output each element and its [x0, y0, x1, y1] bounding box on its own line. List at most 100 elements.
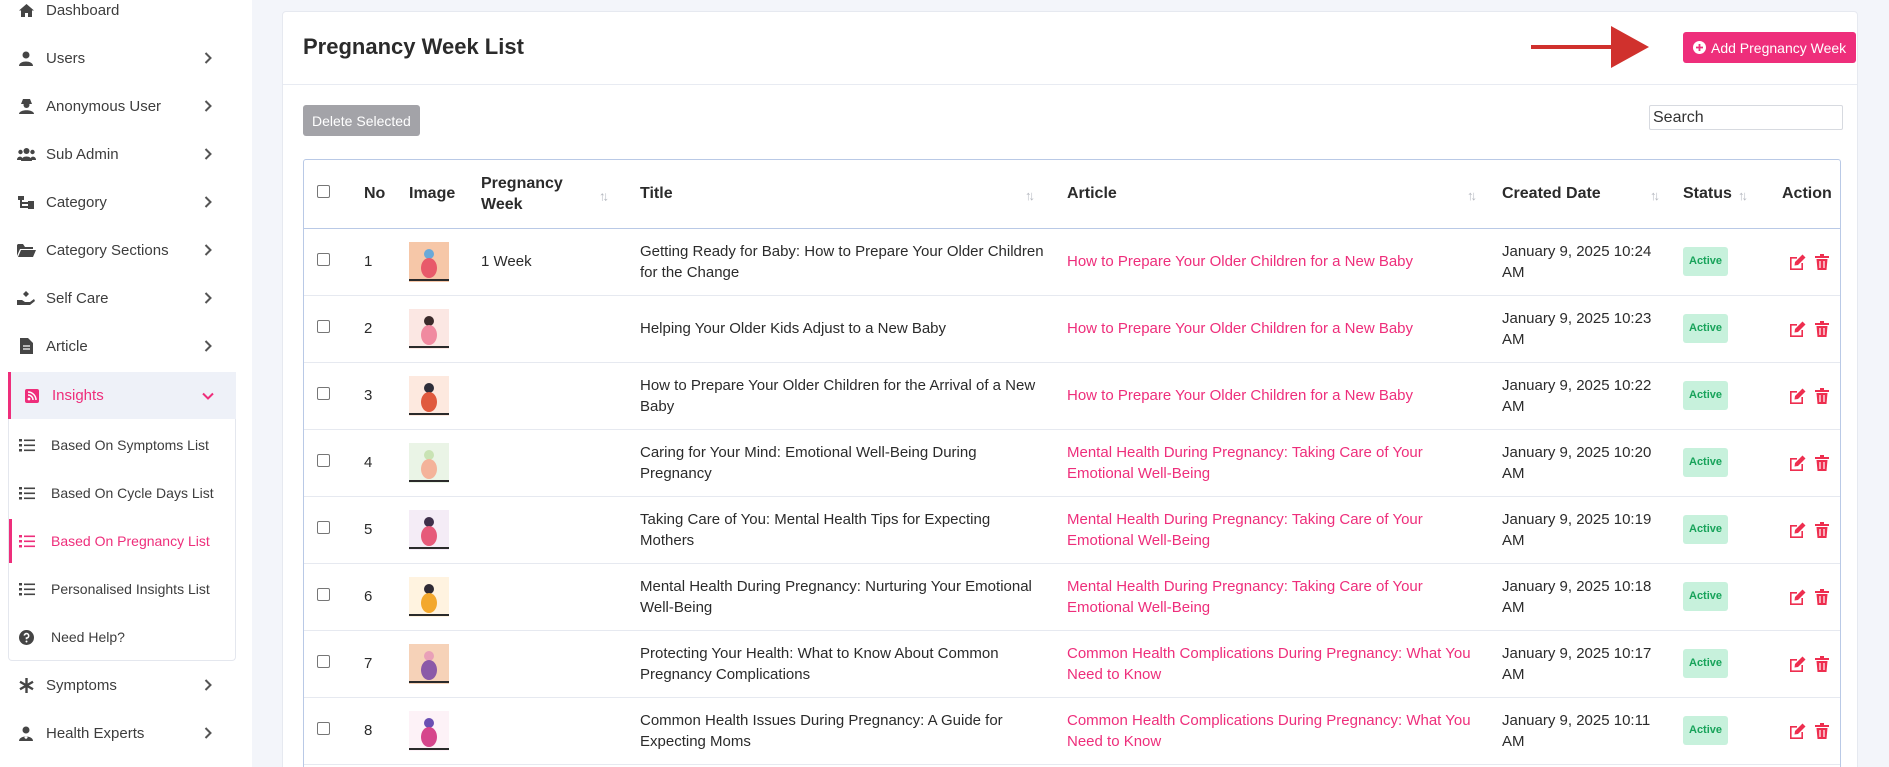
sidebar-item-based-on-pregnancy[interactable]: Based On Pregnancy List: [9, 519, 237, 563]
sidebar-item-article[interactable]: Article: [0, 324, 238, 368]
column-header-status[interactable]: Status ↑↓: [1683, 160, 1782, 229]
sidebar-item-label: Article: [46, 337, 88, 355]
row-article-link[interactable]: How to Prepare Your Older Children for a…: [1067, 228, 1502, 296]
sidebar-item-health-experts[interactable]: Health Experts: [0, 711, 238, 755]
table-row: 5 Taking Care of You: Mental Health Tips …: [304, 496, 1840, 564]
sidebar-item-based-on-cycle-days[interactable]: Based On Cycle Days List: [9, 471, 237, 515]
delete-selected-button[interactable]: Delete Selected: [303, 105, 420, 136]
row-checkbox[interactable]: [317, 454, 330, 467]
pregnancy-thumbnail-image: [409, 643, 449, 684]
sidebar-item-self-care[interactable]: Self Care: [0, 276, 238, 320]
row-status-cell: Active: [1683, 362, 1782, 430]
sidebar-item-category-sections[interactable]: Category Sections: [0, 228, 238, 272]
row-no: 5: [364, 496, 409, 564]
trash-icon[interactable]: [1813, 320, 1830, 337]
sidebar-item-symptoms[interactable]: Symptoms: [0, 663, 238, 707]
sidebar-item-insights[interactable]: Insights: [8, 372, 236, 419]
row-created-date: January 9, 2025 10:18 AM: [1502, 563, 1683, 631]
sort-icon[interactable]: ↑↓: [1738, 188, 1748, 203]
sidebar-item-based-on-symptoms[interactable]: Based On Symptoms List: [9, 423, 237, 467]
sitemap-icon: [15, 195, 37, 210]
sidebar-item-category[interactable]: Category: [0, 180, 238, 224]
column-header-article[interactable]: Article ↑↓: [1067, 160, 1502, 229]
row-status-cell: Active: [1683, 563, 1782, 631]
column-header-title[interactable]: Title ↑↓: [640, 160, 1067, 229]
user-secret-icon: [15, 98, 37, 114]
content-card: Pregnancy Week List Add Pregnancy Week D…: [282, 11, 1858, 767]
edit-icon[interactable]: [1789, 655, 1806, 672]
sort-icon[interactable]: ↑↓: [1025, 188, 1035, 203]
row-checkbox[interactable]: [317, 588, 330, 601]
trash-icon[interactable]: [1813, 722, 1830, 739]
row-article-link[interactable]: Mental Health During Pregnancy: Taking C…: [1067, 563, 1502, 631]
edit-icon[interactable]: [1789, 320, 1806, 337]
edit-icon[interactable]: [1789, 454, 1806, 471]
row-pregnancy-week: [481, 697, 640, 765]
pregnancy-thumbnail-image: [409, 241, 449, 282]
sidebar-item-need-help[interactable]: Need Help?: [9, 615, 237, 659]
sidebar-item-label: Sub Admin: [46, 145, 119, 163]
pregnancy-thumbnail-image: [409, 375, 449, 416]
arrow-right-icon: [1531, 26, 1649, 68]
edit-icon[interactable]: [1789, 387, 1806, 404]
column-header-created-date[interactable]: Created Date ↑↓: [1502, 160, 1683, 229]
edit-icon[interactable]: [1789, 253, 1806, 270]
chevron-right-icon: [204, 679, 216, 691]
sort-icon[interactable]: ↑↓: [599, 185, 609, 206]
column-header-pregnancy-week[interactable]: Pregnancy Week ↑↓: [481, 160, 640, 229]
status-badge: Active: [1683, 582, 1729, 611]
trash-icon[interactable]: [1813, 655, 1830, 672]
trash-icon[interactable]: [1813, 521, 1830, 538]
row-article-link[interactable]: Mental Health During Pregnancy: Taking C…: [1067, 496, 1502, 564]
edit-icon[interactable]: [1789, 722, 1806, 739]
column-header-no[interactable]: No: [364, 160, 409, 229]
user-icon: [15, 51, 37, 66]
row-checkbox[interactable]: [317, 722, 330, 735]
pregnancy-thumbnail-image: [409, 308, 449, 349]
sidebar-item-dashboard[interactable]: Dashboard: [0, 0, 238, 32]
row-checkbox[interactable]: [317, 655, 330, 668]
users-icon: [15, 147, 37, 161]
trash-icon[interactable]: [1813, 454, 1830, 471]
table-row: 8 Common Health Issues During Pregnancy: …: [304, 697, 1840, 765]
trash-icon[interactable]: [1813, 253, 1830, 270]
row-article-link[interactable]: Mental Health During Pregnancy: Taking C…: [1067, 429, 1502, 497]
pregnancy-thumbnail-image: [409, 509, 449, 550]
sidebar-item-label: Category: [46, 193, 107, 211]
select-all-checkbox[interactable]: [317, 184, 330, 198]
trash-icon[interactable]: [1813, 387, 1830, 404]
chevron-down-icon: [202, 392, 214, 400]
row-image-cell: [409, 563, 481, 631]
trash-icon[interactable]: [1813, 588, 1830, 605]
chevron-right-icon: [204, 148, 216, 160]
row-action-cell: [1782, 429, 1840, 497]
sidebar-item-users[interactable]: Users: [0, 36, 238, 80]
sort-icon[interactable]: ↑↓: [1467, 188, 1477, 203]
row-article-link[interactable]: Common Health Complications During Pregn…: [1067, 697, 1502, 765]
sidebar-item-personalised-insights[interactable]: Personalised Insights List: [9, 567, 237, 611]
sidebar: Dashboard Users Anonymous User Sub Admin…: [0, 0, 252, 767]
row-checkbox[interactable]: [317, 253, 330, 266]
sort-icon[interactable]: ↑↓: [1650, 188, 1660, 203]
add-pregnancy-week-button[interactable]: Add Pregnancy Week: [1683, 32, 1857, 63]
row-checkbox[interactable]: [317, 320, 330, 333]
sidebar-item-label: Health Experts: [46, 724, 145, 742]
chevron-right-icon: [204, 244, 216, 256]
search-input[interactable]: [1649, 105, 1843, 130]
edit-icon[interactable]: [1789, 588, 1806, 605]
row-select-cell: [304, 429, 364, 497]
row-select-cell: [304, 630, 364, 698]
row-article-link[interactable]: How to Prepare Your Older Children for a…: [1067, 362, 1502, 430]
row-checkbox[interactable]: [317, 387, 330, 400]
row-pregnancy-week: [481, 630, 640, 698]
sidebar-item-anonymous-user[interactable]: Anonymous User: [0, 84, 238, 128]
row-article-link[interactable]: Common Health Complications During Pregn…: [1067, 630, 1502, 698]
sidebar-item-sub-admin[interactable]: Sub Admin: [0, 132, 238, 176]
row-checkbox[interactable]: [317, 521, 330, 534]
sidebar-item-label: Self Care: [46, 289, 109, 307]
row-article-link[interactable]: How to Prepare Your Older Children for a…: [1067, 295, 1502, 363]
row-created-date: January 9, 2025 10:22 AM: [1502, 362, 1683, 430]
pregnancy-thumbnail-image: [409, 442, 449, 483]
table-header-row: No Image Pregnancy Week ↑↓ Title ↑↓ Artic…: [304, 160, 1840, 229]
edit-icon[interactable]: [1789, 521, 1806, 538]
